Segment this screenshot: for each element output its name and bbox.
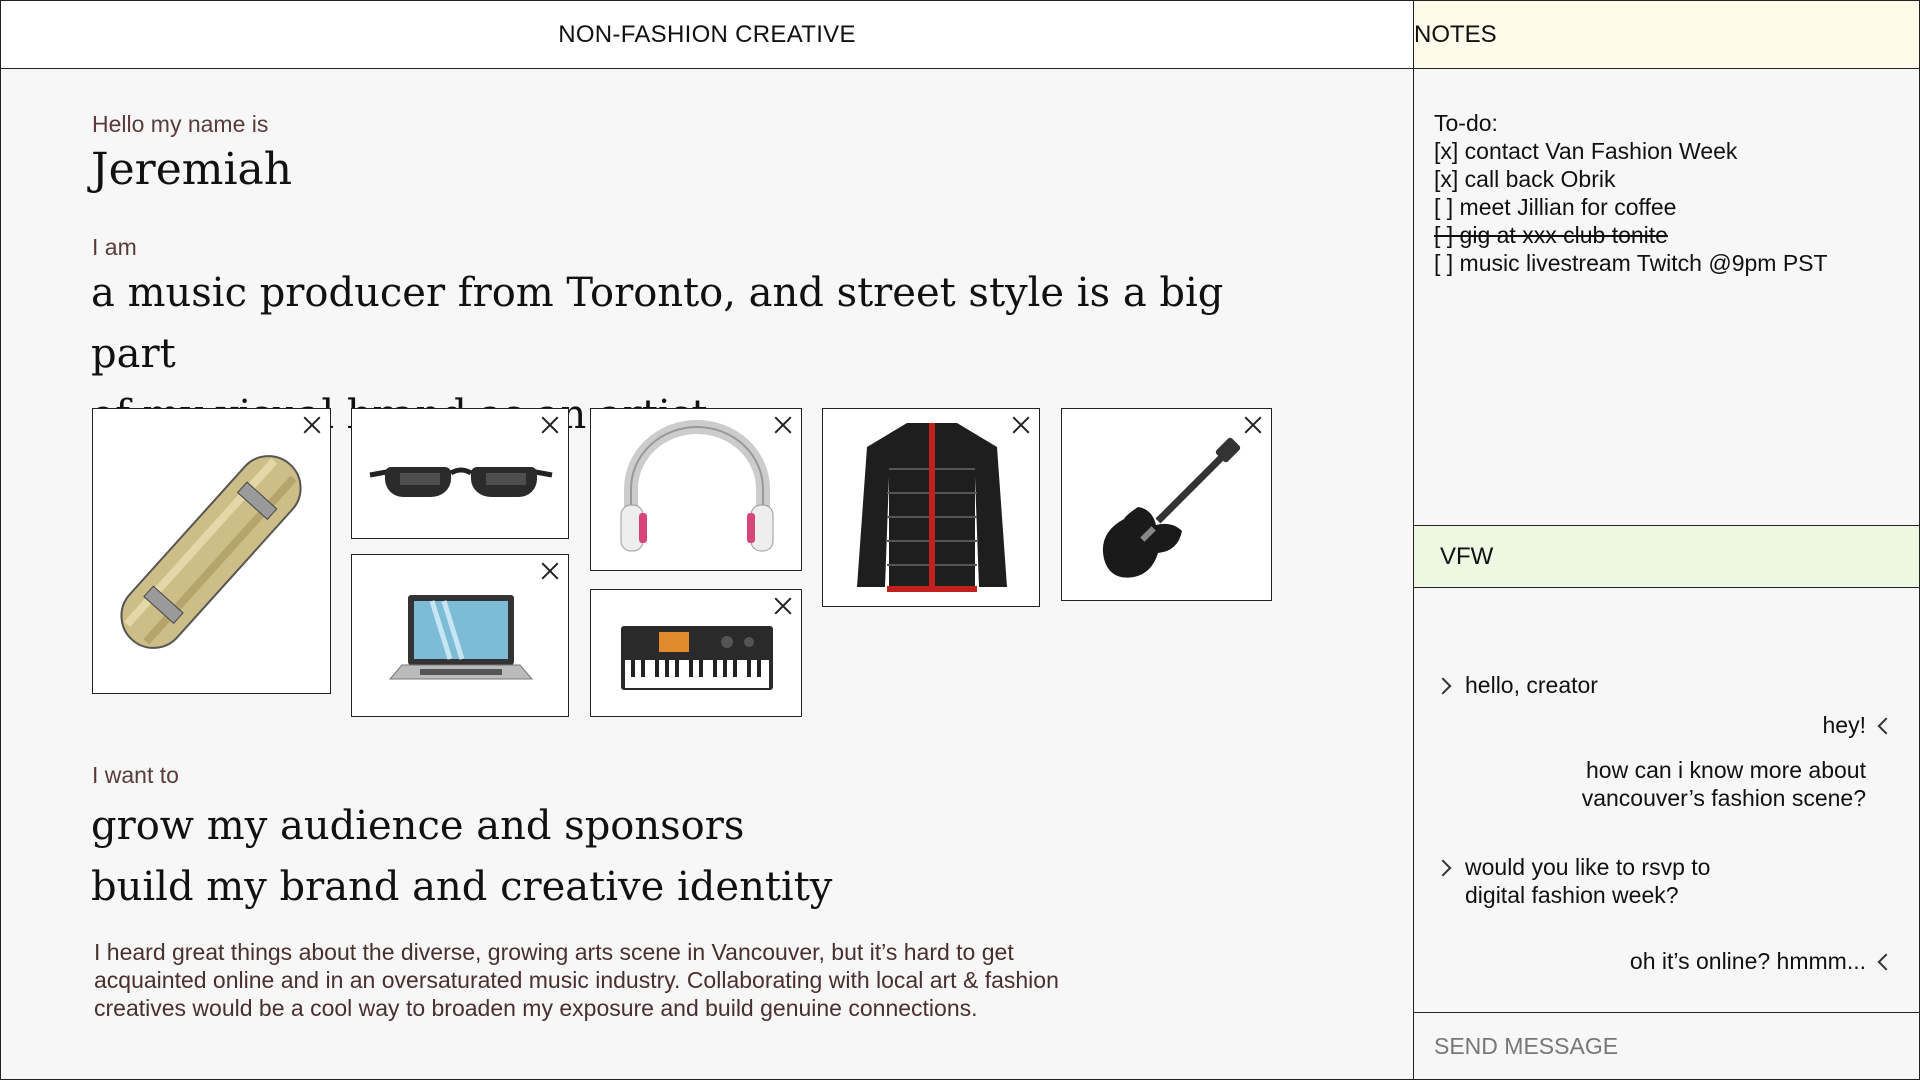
keyboard-icon bbox=[621, 626, 773, 690]
want-label: I want to bbox=[92, 762, 179, 788]
iam-label: I am bbox=[92, 234, 137, 260]
notes-header: NOTES bbox=[1414, 1, 1919, 69]
moodboard-card-guitar[interactable] bbox=[1061, 408, 1272, 601]
close-icon[interactable] bbox=[773, 415, 793, 435]
chevron-right-icon bbox=[1434, 677, 1452, 695]
message-line: vancouver’s fashion scene? bbox=[1581, 785, 1866, 811]
message-line: would you like to rsvp to bbox=[1465, 854, 1711, 880]
sunglasses-icon bbox=[369, 467, 553, 497]
close-icon[interactable] bbox=[1243, 415, 1263, 435]
chat-message-outgoing: oh it’s online? hmmm... bbox=[1629, 948, 1866, 974]
description-line-3: creatives would be a cool way to broaden… bbox=[94, 995, 978, 1021]
chat-title: VFW bbox=[1440, 542, 1494, 570]
chat-message-incoming: hello, creator bbox=[1465, 672, 1598, 698]
iam-line-1: a music producer from Toronto, and stree… bbox=[91, 270, 1224, 377]
sidebar: NOTES To-do: [x] contact Van Fashion Wee… bbox=[1414, 1, 1919, 1079]
todo-item-struck: [ ] gig at xxx club tonite bbox=[1434, 222, 1668, 248]
moodboard-card-laptop[interactable] bbox=[351, 554, 569, 717]
chat-message-outgoing: hey! bbox=[1822, 712, 1866, 738]
description-line-1: I heard great things about the diverse, … bbox=[94, 939, 1014, 965]
todo-item: [x] call back Obrik bbox=[1434, 166, 1616, 192]
send-message-placeholder: SEND MESSAGE bbox=[1434, 1033, 1619, 1059]
moodboard-card-puffer-jacket[interactable] bbox=[822, 408, 1040, 607]
chevron-left-icon bbox=[1877, 717, 1895, 735]
description-line-2: acquainted online and in an oversaturate… bbox=[94, 967, 1059, 993]
chat-message-outgoing: how can i know more about vancouver’s fa… bbox=[1582, 756, 1866, 812]
chevron-left-icon bbox=[1877, 953, 1895, 971]
close-icon[interactable] bbox=[773, 596, 793, 616]
close-icon[interactable] bbox=[540, 415, 560, 435]
message-line: digital fashion week? bbox=[1465, 882, 1679, 908]
profile-name: Jeremiah bbox=[91, 144, 293, 195]
moodboard-card-keyboard[interactable] bbox=[590, 589, 802, 717]
profile-panel: NON-FASHION CREATIVE Hello my name is Je… bbox=[1, 1, 1414, 1079]
notes-content[interactable]: To-do: [x] contact Van Fashion Week [x] … bbox=[1434, 109, 1828, 277]
laptop-icon bbox=[388, 595, 534, 680]
moodboard-card-skateboard[interactable] bbox=[92, 408, 331, 694]
want-text: grow my audience and sponsors build my b… bbox=[91, 796, 832, 918]
name-label: Hello my name is bbox=[92, 111, 269, 137]
jacket-icon bbox=[857, 423, 1007, 592]
headphones-icon bbox=[620, 420, 774, 552]
want-line-2: build my brand and creative identity bbox=[91, 864, 833, 910]
page-title: NON-FASHION CREATIVE bbox=[1, 1, 1413, 69]
chat-message-incoming: would you like to rsvp to digital fashio… bbox=[1465, 853, 1710, 909]
notes-title: NOTES bbox=[1414, 20, 1497, 48]
todo-item: [ ] meet Jillian for coffee bbox=[1434, 194, 1677, 220]
message-line: how can i know more about bbox=[1586, 757, 1866, 783]
moodboard-card-headphones[interactable] bbox=[590, 408, 802, 571]
todo-item: [x] contact Van Fashion Week bbox=[1434, 138, 1738, 164]
close-icon[interactable] bbox=[540, 561, 560, 581]
moodboard-card-sunglasses[interactable] bbox=[351, 408, 569, 539]
chevron-right-icon bbox=[1434, 859, 1452, 877]
chat-header: VFW bbox=[1414, 525, 1919, 588]
app-window: NON-FASHION CREATIVE Hello my name is Je… bbox=[0, 0, 1920, 1080]
close-icon[interactable] bbox=[1011, 415, 1031, 435]
profile-description: I heard great things about the diverse, … bbox=[94, 938, 1134, 1022]
close-icon[interactable] bbox=[302, 415, 322, 435]
todo-title: To-do: bbox=[1434, 110, 1498, 136]
skateboard-icon bbox=[120, 455, 302, 649]
want-line-1: grow my audience and sponsors bbox=[91, 803, 745, 849]
todo-item: [ ] music livestream Twitch @9pm PST bbox=[1434, 250, 1828, 276]
send-message-input[interactable]: SEND MESSAGE bbox=[1414, 1012, 1919, 1080]
electric-guitar-icon bbox=[1102, 437, 1241, 578]
